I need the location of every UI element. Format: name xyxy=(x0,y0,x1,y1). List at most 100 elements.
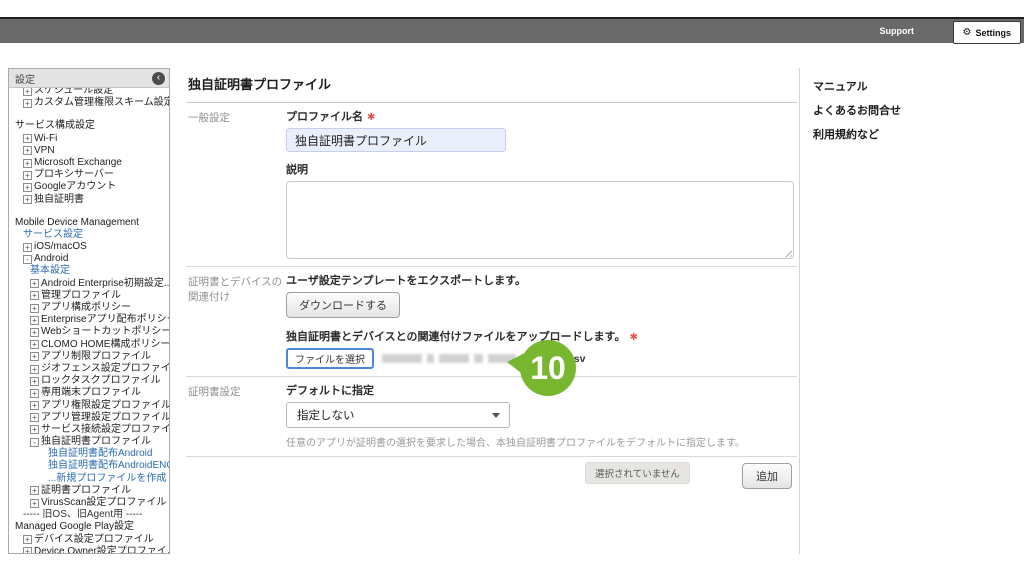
expand-toggle-icon[interactable] xyxy=(30,340,39,349)
expand-toggle-icon[interactable] xyxy=(30,389,39,398)
expand-toggle-icon[interactable] xyxy=(23,535,32,544)
expand-toggle-icon[interactable] xyxy=(23,88,32,96)
expand-toggle-icon[interactable] xyxy=(23,195,32,204)
add-button[interactable]: 追加 xyxy=(742,463,792,489)
expand-toggle-icon[interactable] xyxy=(30,486,39,495)
nav-support-link[interactable]: Support xyxy=(880,26,915,36)
sidebar-item-label: Mobile Device Management xyxy=(15,217,139,229)
expand-toggle-icon[interactable] xyxy=(23,547,32,553)
sidebar-tree-item[interactable]: ジオフェンス設定プロファイル xyxy=(13,363,167,375)
expand-toggle-icon[interactable] xyxy=(30,291,39,300)
expand-toggle-icon[interactable] xyxy=(30,352,39,361)
sidebar-item-label: CLOMO HOME構成ポリシー xyxy=(41,339,169,351)
sidebar-tree-item[interactable]: Device Owner設定プロファイル xyxy=(13,546,167,553)
sidebar-tree-item[interactable]: カスタム管理権限スキーム設定 xyxy=(13,97,167,109)
sidebar-tree-item[interactable]: プロキシサーバー xyxy=(13,169,167,181)
expand-toggle-icon[interactable] xyxy=(30,438,39,447)
sidebar-collapse-icon[interactable]: ‹ xyxy=(152,72,165,85)
expand-toggle-icon[interactable] xyxy=(23,134,32,143)
description-textarea[interactable] xyxy=(286,181,794,259)
expand-toggle-icon[interactable] xyxy=(30,413,39,422)
sidebar-tree-item[interactable]: アプリ権限設定プロファイル xyxy=(13,400,167,412)
expand-toggle-icon[interactable] xyxy=(30,425,39,434)
sidebar-item-label: アプリ構成ポリシー xyxy=(41,302,131,314)
expand-toggle-icon[interactable] xyxy=(30,279,39,288)
sidebar-tree-item[interactable]: 基本設定 xyxy=(13,265,167,277)
sidebar-tree-item[interactable]: アプリ制限プロファイル xyxy=(13,351,167,363)
sidebar-tree-item[interactable]: VirusScan設定プロファイル xyxy=(13,497,167,509)
chevron-down-icon xyxy=(492,413,500,418)
sidebar-tree-item[interactable]: 独自証明書配布AndroidENG xyxy=(13,460,167,472)
expand-toggle-icon[interactable] xyxy=(30,365,39,374)
sidebar-item-label: 独自証明書配布AndroidENG xyxy=(48,460,169,472)
expand-toggle-icon[interactable] xyxy=(23,243,32,252)
expand-toggle-icon[interactable] xyxy=(23,171,32,180)
expand-toggle-icon[interactable] xyxy=(30,377,39,386)
sidebar-tree: スケジュール設定 カスタム管理権限スキーム設定 サービス構成設定 Wi-Fi V… xyxy=(9,88,169,553)
help-panel: マニュアル よくあるお問合せ 利用規約など xyxy=(799,68,1024,554)
expand-toggle-icon[interactable] xyxy=(30,499,39,508)
sidebar-tree-item[interactable]: アプリ管理設定プロファイル xyxy=(13,412,167,424)
expand-toggle-icon[interactable] xyxy=(23,159,32,168)
profile-name-label: プロファイル名✱ xyxy=(286,108,797,124)
sidebar-tree-item[interactable]: 独自証明書配布Android xyxy=(13,448,167,460)
nav-settings-tab[interactable]: ⚙ Settings xyxy=(953,21,1021,44)
sidebar-tree-item[interactable]: 証明書プロファイル xyxy=(13,485,167,497)
sidebar-tree-item[interactable]: CLOMO HOME構成ポリシー xyxy=(13,339,167,351)
sidebar-item-label: Wi-Fi xyxy=(34,133,57,145)
no-selection-tooltip: 選択されていません xyxy=(585,462,690,484)
expand-toggle-icon[interactable] xyxy=(30,316,39,325)
sidebar-item-label: サービス設定 xyxy=(23,229,83,241)
sidebar-item-label: Android Enterprise初期設定... xyxy=(41,278,169,290)
sidebar-tree-item[interactable]: Googleアカウント xyxy=(13,181,167,193)
sidebar-item-label: 基本設定 xyxy=(30,265,70,277)
sidebar-tree-item[interactable]: Webショートカットポリシー xyxy=(13,326,167,338)
sidebar-tree-item[interactable]: 独自証明書 xyxy=(13,194,167,206)
expand-toggle-icon[interactable] xyxy=(30,401,39,410)
expand-toggle-icon[interactable] xyxy=(23,255,32,264)
sidebar-tree-item[interactable]: Android Enterprise初期設定... xyxy=(13,278,167,290)
default-select[interactable]: 指定しない xyxy=(286,402,510,428)
default-help-text: 任意のアプリが証明書の選択を要求した場合、本独自証明書プロファイルをデフォルトに… xyxy=(286,434,797,449)
settings-tab-label: Settings xyxy=(975,28,1011,38)
required-mark: ✱ xyxy=(367,112,375,123)
main-navbar: Support ⚙ Settings xyxy=(0,19,1024,43)
main-content: 独自証明書プロファイル 一般設定 プロファイル名✱ 説明 証明書とデバイスの関連… xyxy=(186,68,797,489)
sidebar-tree-item[interactable]: Microsoft Exchange xyxy=(13,157,167,169)
sidebar-item-label: Webショートカットポリシー xyxy=(41,326,169,338)
sidebar-item-label: Managed Google Play設定 xyxy=(15,521,134,533)
profile-name-input[interactable] xyxy=(286,128,506,152)
sidebar-tree-item[interactable]: 独自証明書プロファイル xyxy=(13,436,167,448)
sidebar-tree-item[interactable]: Android xyxy=(13,253,167,265)
resize-grip-icon[interactable] xyxy=(783,248,792,257)
sidebar-tree-item[interactable]: デバイス設定プロファイル xyxy=(13,534,167,546)
sidebar-tree-item[interactable]: スケジュール設定 xyxy=(13,88,167,97)
expand-toggle-icon[interactable] xyxy=(30,328,39,337)
sidebar-tree-item[interactable]: iOS/macOS xyxy=(13,241,167,253)
sidebar-tree-item xyxy=(13,206,167,217)
sidebar-tree-item[interactable]: ...新規プロファイルを作成 xyxy=(13,473,167,485)
sidebar-tree-item[interactable]: サービス接続設定プロファイル xyxy=(13,424,167,436)
sidebar-tree-item[interactable]: VPN xyxy=(13,145,167,157)
sidebar-item-label: デバイス設定プロファイル xyxy=(34,534,154,546)
association-section-label: 証明書とデバイスの関連付け xyxy=(186,272,286,369)
sidebar-tree-item[interactable]: Enterpriseアプリ配布ポリシー xyxy=(13,314,167,326)
file-select-button[interactable]: ファイルを選択 xyxy=(286,348,374,369)
expand-toggle-icon[interactable] xyxy=(23,146,32,155)
sidebar-tree-item[interactable]: サービス設定 xyxy=(13,229,167,241)
required-mark: ✱ xyxy=(629,332,637,343)
sidebar-item-label: VPN xyxy=(34,145,55,157)
expand-toggle-icon[interactable] xyxy=(23,99,32,108)
expand-toggle-icon[interactable] xyxy=(30,304,39,313)
sidebar-tree-item[interactable]: 管理プロファイル xyxy=(13,290,167,302)
sidebar-item-label: プロキシサーバー xyxy=(34,169,114,181)
cert-settings-row: 証明書設定 デフォルトに指定 指定しない 任意のアプリが証明書の選択を要求した場… xyxy=(186,377,797,457)
sidebar-tree-item[interactable]: Wi-Fi xyxy=(13,133,167,145)
sidebar-tree-item[interactable]: アプリ構成ポリシー xyxy=(13,302,167,314)
sidebar-item-label: iOS/macOS xyxy=(34,241,87,253)
sidebar-tree-item[interactable]: ロックタスクプロファイル xyxy=(13,375,167,387)
sidebar-item-label: Device Owner設定プロファイル xyxy=(34,546,169,553)
expand-toggle-icon[interactable] xyxy=(23,183,32,192)
download-button[interactable]: ダウンロードする xyxy=(286,292,400,318)
sidebar-tree-item[interactable]: 専用端末プロファイル xyxy=(13,387,167,399)
